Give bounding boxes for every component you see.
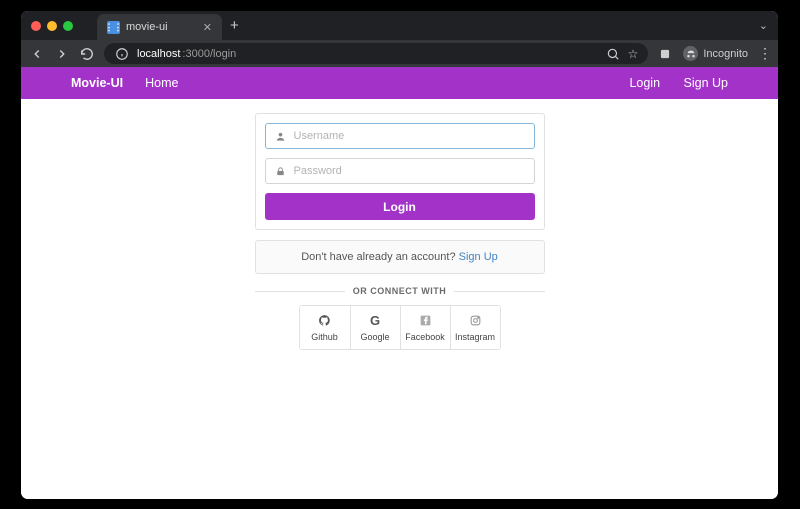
toolbar-right: Incognito ⋮: [657, 45, 770, 62]
github-button[interactable]: Github: [300, 306, 350, 349]
incognito-icon: [683, 46, 698, 61]
instagram-button[interactable]: Instagram: [450, 306, 500, 349]
password-input[interactable]: [288, 165, 526, 177]
url-bar[interactable]: localhost:3000/login ☆: [104, 43, 648, 64]
titlebar: ⋮⋮ movie-ui ✕ + ⌄: [21, 11, 778, 40]
login-button[interactable]: Login: [265, 193, 535, 220]
app-navbar: Movie-UI Home Login Sign Up: [21, 67, 778, 99]
main-content: Login Don't have already an account? Sig…: [21, 99, 778, 499]
incognito-badge[interactable]: Incognito: [683, 46, 748, 61]
maximize-window-icon[interactable]: [63, 21, 73, 31]
nav-home[interactable]: Home: [145, 76, 178, 90]
page-content: Movie-UI Home Login Sign Up: [21, 67, 778, 499]
username-input[interactable]: [288, 130, 526, 142]
brand-title[interactable]: Movie-UI: [71, 76, 123, 90]
password-field-wrap[interactable]: [265, 158, 535, 184]
back-button[interactable]: [29, 46, 45, 62]
address-bar: localhost:3000/login ☆ Incognito ⋮: [21, 40, 778, 67]
browser-window: ⋮⋮ movie-ui ✕ + ⌄ localhost:3000/login ☆: [21, 11, 778, 499]
forward-button[interactable]: [54, 46, 70, 62]
zoom-icon[interactable]: [605, 46, 621, 62]
close-window-icon[interactable]: [31, 21, 41, 31]
bookmark-icon[interactable]: ☆: [628, 47, 639, 61]
google-button[interactable]: G Google: [350, 306, 400, 349]
nav-login[interactable]: Login: [629, 76, 660, 90]
extensions-icon[interactable]: [657, 46, 673, 62]
incognito-label: Incognito: [703, 48, 748, 60]
signup-link[interactable]: Sign Up: [459, 251, 498, 263]
divider-label: OR CONNECT WITH: [353, 286, 447, 296]
facebook-button[interactable]: Facebook: [400, 306, 450, 349]
tabs-dropdown-icon[interactable]: ⌄: [759, 19, 768, 32]
username-field-wrap[interactable]: [265, 123, 535, 149]
facebook-label: Facebook: [405, 332, 445, 342]
social-divider: OR CONNECT WITH: [255, 286, 545, 296]
nav-signup[interactable]: Sign Up: [684, 76, 728, 90]
social-buttons: Github G Google Facebook Instagram: [299, 305, 501, 350]
url-host: localhost: [137, 48, 180, 60]
instagram-label: Instagram: [455, 332, 495, 342]
browser-menu-icon[interactable]: ⋮: [758, 45, 770, 62]
google-label: Google: [360, 332, 389, 342]
window-controls: [31, 21, 73, 31]
browser-tab[interactable]: ⋮⋮ movie-ui ✕: [97, 14, 222, 40]
facebook-icon: [418, 314, 432, 328]
user-icon: [274, 131, 288, 142]
signup-prompt-text: Don't have already an account?: [301, 251, 458, 263]
signup-prompt: Don't have already an account? Sign Up: [255, 240, 545, 274]
favicon-icon: ⋮⋮: [107, 21, 120, 34]
info-icon: [114, 46, 130, 62]
instagram-icon: [468, 314, 482, 328]
lock-icon: [274, 166, 288, 177]
google-icon: G: [368, 314, 382, 328]
github-icon: [318, 314, 332, 328]
new-tab-button[interactable]: +: [230, 17, 239, 34]
close-tab-icon[interactable]: ✕: [203, 21, 212, 34]
github-label: Github: [311, 332, 338, 342]
minimize-window-icon[interactable]: [47, 21, 57, 31]
tab-title: movie-ui: [126, 21, 197, 33]
url-path: :3000/login: [182, 48, 236, 60]
reload-button[interactable]: [79, 46, 95, 62]
login-form: Login: [255, 113, 545, 230]
